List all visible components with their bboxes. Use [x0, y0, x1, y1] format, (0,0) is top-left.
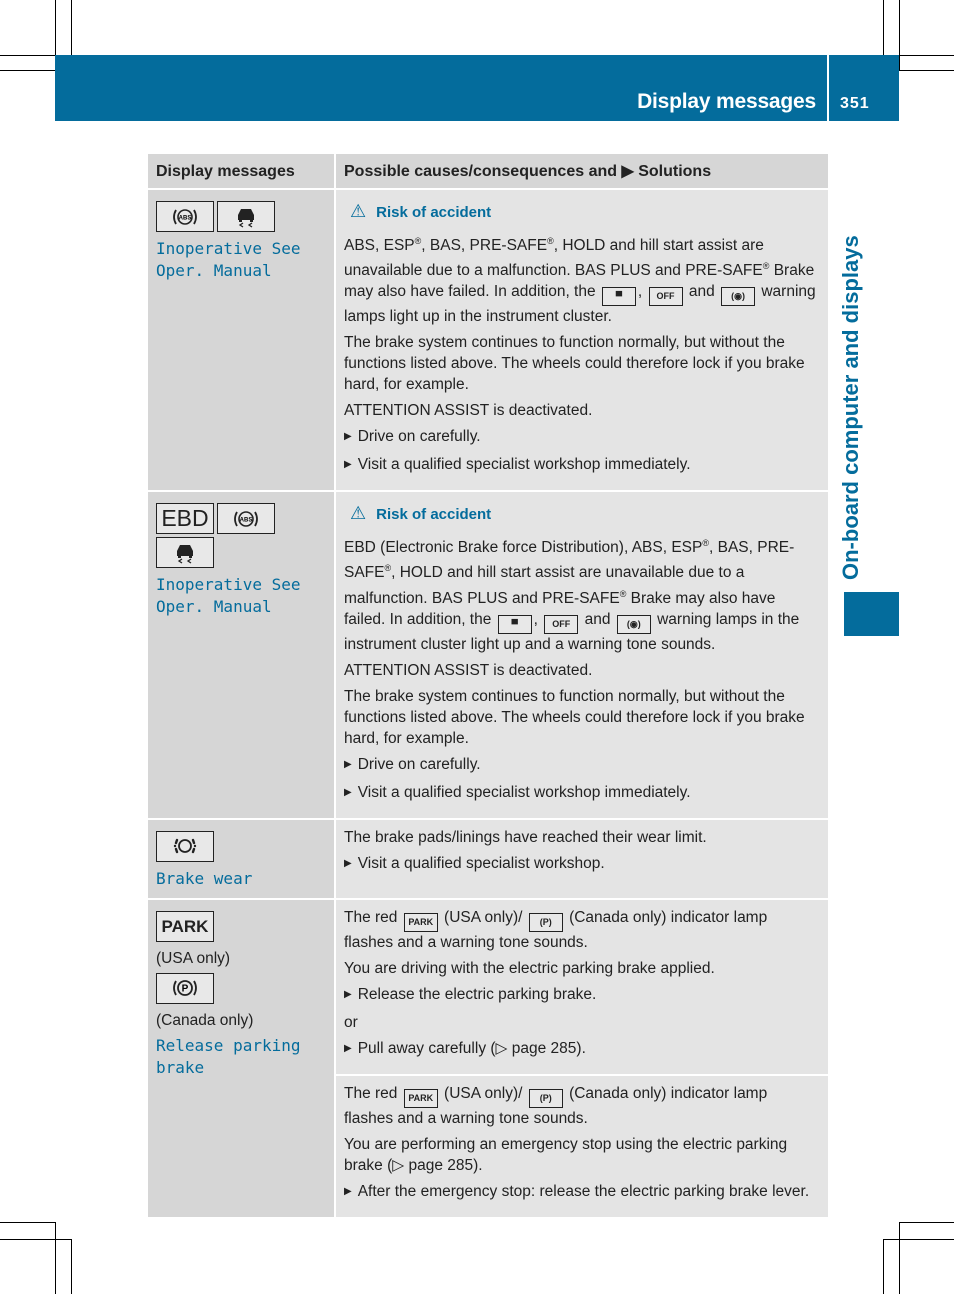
- ebd-icon: EBD: [156, 503, 214, 535]
- brake-wear-icon: [156, 830, 214, 862]
- park-icon: PARK: [156, 910, 214, 942]
- instruction-step: Drive on carefully.: [344, 426, 820, 449]
- table-row: Brake wear The brake pads/linings have r…: [148, 818, 828, 899]
- paragraph: EBD (Electronic Brake force Distribution…: [344, 538, 800, 653]
- paragraph: The red PARK (USA only)/ (P) (Canada onl…: [344, 1084, 768, 1127]
- display-message-cell: PARK (USA only) P (Canada only) Release …: [148, 898, 335, 1217]
- paragraph: ATTENTION ASSIST is deactivated.: [344, 402, 593, 420]
- header-divider: [827, 55, 829, 121]
- paragraph: The brake system continues to function n…: [344, 334, 805, 394]
- warning-triangle-icon: ⚠: [350, 503, 367, 524]
- chapter-tab-marker: [844, 592, 899, 636]
- esp-icon: ▀: [497, 614, 532, 634]
- column-header: Possible causes/consequences and ▶ Solut…: [334, 154, 828, 189]
- instruction-step: After the emergency stop: release the el…: [344, 1181, 820, 1204]
- page-number: 351: [840, 95, 870, 112]
- esp-icon: ▀: [601, 287, 636, 307]
- warning-heading: ⚠ Risk of accident: [350, 201, 492, 221]
- display-message-cell: Brake wear: [148, 818, 335, 899]
- paragraph: The brake system continues to function n…: [344, 687, 805, 747]
- paragraph: You are driving with the electric parkin…: [344, 959, 715, 977]
- region-note: (USA only): [156, 949, 231, 967]
- warning-triangle-icon: ⚠: [350, 201, 367, 221]
- crop-mark: [899, 55, 954, 56]
- park-icon: PARK: [403, 912, 438, 932]
- table-row: ABS Inoperative See Oper. Manual ⚠ Risk o…: [148, 189, 828, 492]
- paragraph: The brake pads/linings have reached thei…: [344, 828, 707, 846]
- causes-cell: The brake pads/linings have reached thei…: [334, 818, 828, 899]
- crop-mark: [883, 1239, 884, 1294]
- region-note: (Canada only): [156, 1011, 254, 1029]
- instruction-step: Visit a qualified specialist workshop im…: [344, 454, 820, 477]
- causes-cell: The red PARK (USA only)/ (P) (Canada onl…: [334, 1074, 828, 1217]
- crop-mark: [899, 70, 954, 71]
- crop-mark: [71, 1239, 72, 1294]
- parking-brake-p-icon: (P): [528, 1088, 563, 1108]
- causes-cell: The red PARK (USA only)/ (P) (Canada onl…: [334, 898, 828, 1075]
- column-header: Display messages: [148, 154, 335, 189]
- display-message-text: Inoperative See Oper. Manual: [156, 575, 301, 617]
- svg-text:ABS: ABS: [179, 215, 192, 221]
- table-header: Display messages Possible causes/consequ…: [148, 154, 828, 189]
- crop-mark: [899, 0, 900, 70]
- abs-icon: (◉): [721, 287, 756, 307]
- paragraph: ABS, ESP®, BAS, PRE-SAFE®, HOLD and hill…: [344, 236, 816, 326]
- instruction-step: Release the electric parking brake.: [344, 984, 820, 1007]
- display-message-cell: ABS Inoperative See Oper. Manual: [148, 189, 335, 492]
- crop-mark: [899, 1222, 900, 1294]
- paragraph: ATTENTION ASSIST is deactivated.: [344, 661, 593, 679]
- crop-mark: [0, 1222, 55, 1223]
- parking-brake-p-icon: P: [156, 972, 214, 1004]
- table-row: EBD ABS Inoperative See Oper. Manual ⚠ Ri…: [148, 491, 828, 819]
- paragraph: The red PARK (USA only)/ (P) (Canada onl…: [344, 908, 768, 951]
- abs-icon: ABS: [217, 503, 275, 535]
- display-message-text: Brake wear: [156, 868, 253, 888]
- instruction-step: Drive on carefully.: [344, 754, 820, 777]
- esp-off-icon: OFF: [648, 287, 683, 307]
- crop-mark: [0, 70, 55, 71]
- svg-text:P: P: [182, 984, 189, 995]
- or-text: or: [344, 1013, 358, 1031]
- crop-mark: [883, 1239, 954, 1240]
- display-message-cell: EBD ABS Inoperative See Oper. Manual: [148, 491, 335, 819]
- paragraph: You are performing an emergency stop usi…: [344, 1135, 788, 1174]
- table-row: PARK (USA only) P (Canada only) Release …: [148, 898, 828, 1217]
- parking-brake-p-icon: (P): [528, 912, 563, 932]
- chapter-tab-title: On-board computer and displays: [838, 235, 863, 580]
- park-icon: PARK: [403, 1088, 438, 1108]
- display-message-text: Release parking brake: [156, 1035, 301, 1077]
- instruction-step: Pull away carefully (▷ page 285).: [344, 1038, 820, 1061]
- crop-mark: [0, 55, 55, 56]
- abs-icon: ABS: [156, 201, 214, 232]
- instruction-step: Visit a qualified specialist workshop im…: [344, 782, 820, 805]
- svg-text:ABS: ABS: [240, 517, 253, 523]
- warning-heading: ⚠ Risk of accident: [350, 503, 492, 524]
- display-message-text: Inoperative See Oper. Manual: [156, 239, 301, 280]
- section-title: Display messages: [637, 90, 816, 113]
- causes-cell: ⚠ Risk of accident ABS, ESP®, BAS, PRE-SA…: [334, 189, 828, 492]
- esp-off-icon: OFF: [544, 614, 579, 634]
- crop-mark: [71, 0, 72, 55]
- crop-mark: [883, 0, 884, 55]
- crop-mark: [899, 1222, 954, 1223]
- abs-icon: (◉): [616, 614, 651, 634]
- crop-mark: [0, 1239, 71, 1240]
- instruction-step: Visit a qualified specialist workshop.: [344, 853, 820, 876]
- crop-mark: [55, 1222, 56, 1294]
- esp-icon: [217, 201, 275, 232]
- esp-icon: [156, 537, 214, 569]
- display-messages-table: Display messages Possible causes/consequ…: [148, 154, 828, 1217]
- causes-cell: ⚠ Risk of accident EBD (Electronic Brake …: [334, 491, 828, 819]
